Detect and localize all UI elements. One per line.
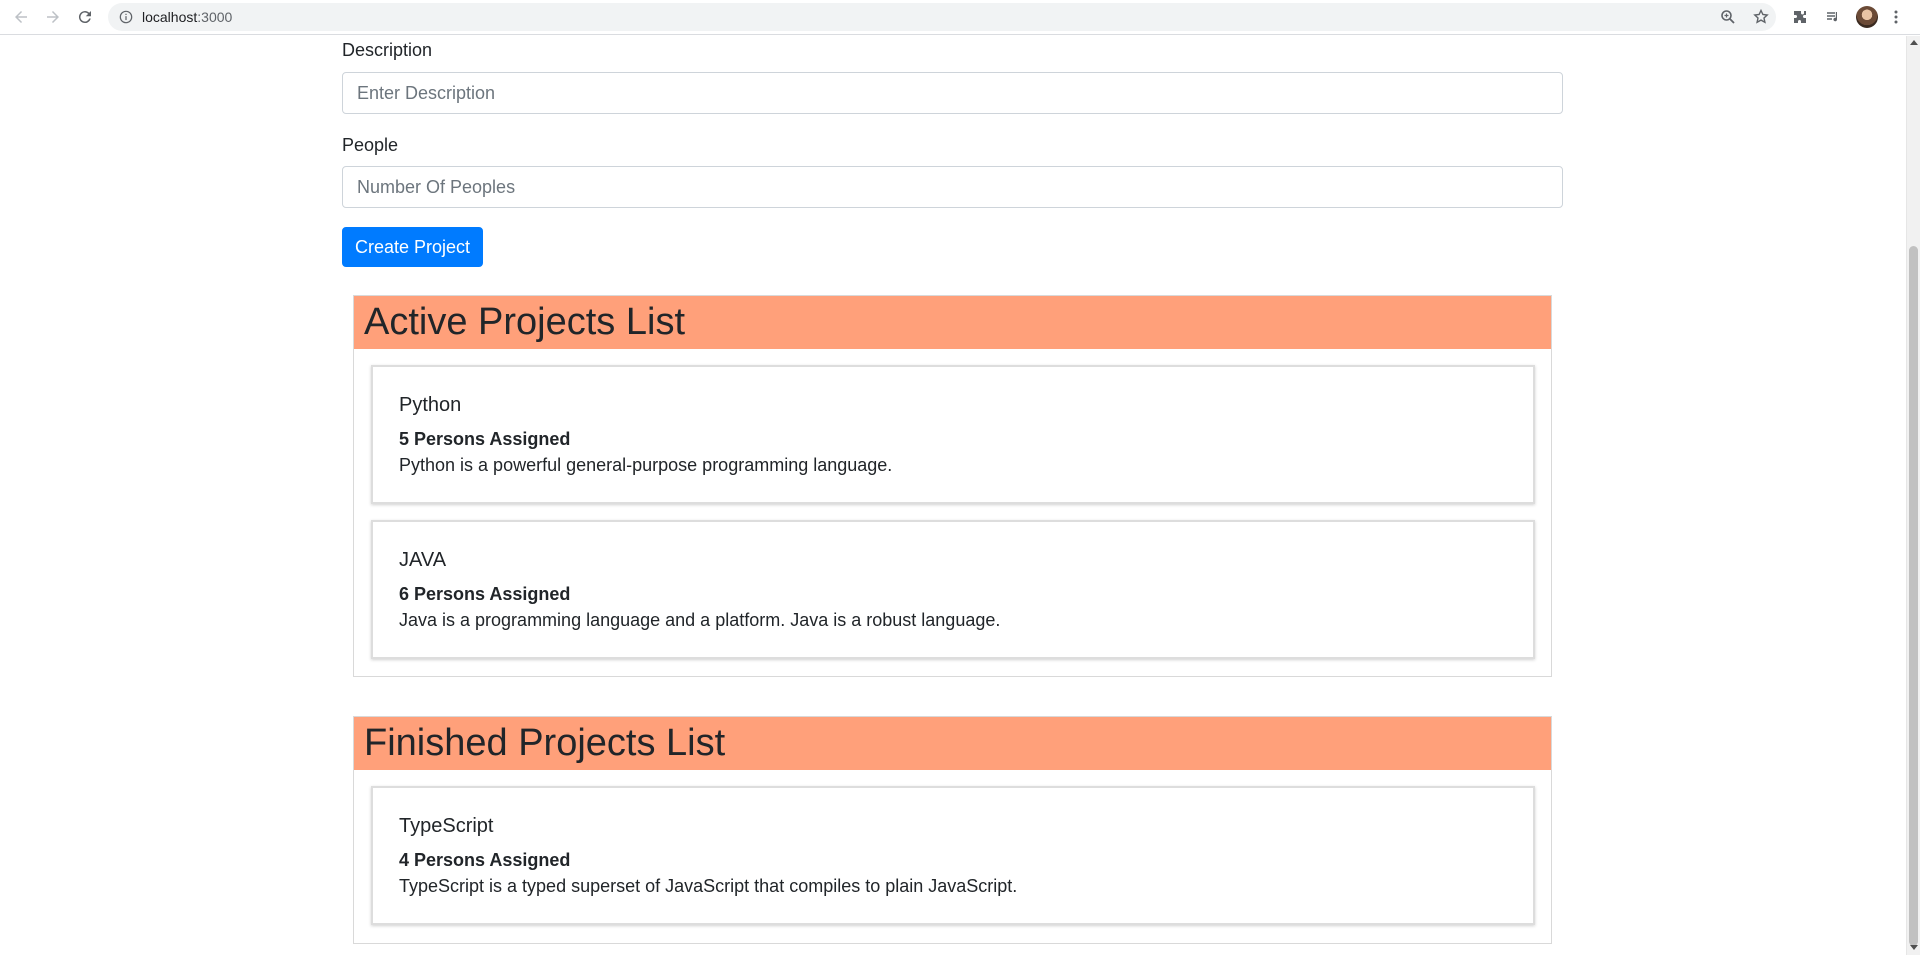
url-text: localhost:3000 xyxy=(142,9,233,25)
extensions-icon[interactable] xyxy=(1789,6,1811,28)
site-info-icon[interactable] xyxy=(118,9,134,25)
browser-toolbar: localhost:3000 xyxy=(0,0,1920,35)
finished-projects-heading: Finished Projects List xyxy=(354,717,1551,770)
project-card[interactable]: Python 5 Persons Assigned Python is a po… xyxy=(371,365,1535,504)
scroll-down-icon[interactable] xyxy=(1910,945,1918,950)
reload-icon[interactable] xyxy=(73,5,97,29)
project-description: Python is a powerful general-purpose pro… xyxy=(399,455,893,475)
project-persons: 4 Persons Assigned xyxy=(399,850,571,870)
project-description: Java is a programming language and a pla… xyxy=(399,610,1001,630)
project-title: TypeScript xyxy=(399,815,494,837)
project-card[interactable]: TypeScript 4 Persons Assigned TypeScript… xyxy=(371,786,1535,925)
menu-kebab-icon[interactable] xyxy=(1885,6,1907,28)
people-input[interactable] xyxy=(342,166,1563,208)
scrollbar-thumb[interactable] xyxy=(1909,246,1918,946)
scroll-up-icon[interactable] xyxy=(1910,40,1918,45)
profile-avatar[interactable] xyxy=(1856,6,1878,28)
description-input[interactable] xyxy=(342,72,1563,114)
project-card[interactable]: JAVA 6 Persons Assigned Java is a progra… xyxy=(371,520,1535,659)
project-title: JAVA xyxy=(399,549,447,571)
media-control-icon[interactable] xyxy=(1822,6,1844,28)
finished-projects-list: Finished Projects List TypeScript 4 Pers… xyxy=(353,716,1552,944)
bookmark-star-icon[interactable] xyxy=(1750,6,1772,28)
project-persons: 5 Persons Assigned xyxy=(399,429,571,449)
create-project-button[interactable]: Create Project xyxy=(342,227,483,267)
active-projects-heading: Active Projects List xyxy=(354,296,1551,349)
page-viewport: Description People Create Project Active… xyxy=(0,36,1906,955)
project-title: Python xyxy=(399,394,462,416)
active-projects-list: Active Projects List Python 5 Persons As… xyxy=(353,295,1552,677)
project-description: TypeScript is a typed superset of JavaSc… xyxy=(399,876,1018,896)
forward-icon[interactable] xyxy=(41,5,65,29)
project-persons: 6 Persons Assigned xyxy=(399,584,571,604)
zoom-icon[interactable] xyxy=(1717,6,1739,28)
address-bar[interactable]: localhost:3000 xyxy=(108,3,1776,31)
back-icon[interactable] xyxy=(9,5,33,29)
description-label: Description xyxy=(342,40,433,60)
people-label: People xyxy=(342,135,399,155)
